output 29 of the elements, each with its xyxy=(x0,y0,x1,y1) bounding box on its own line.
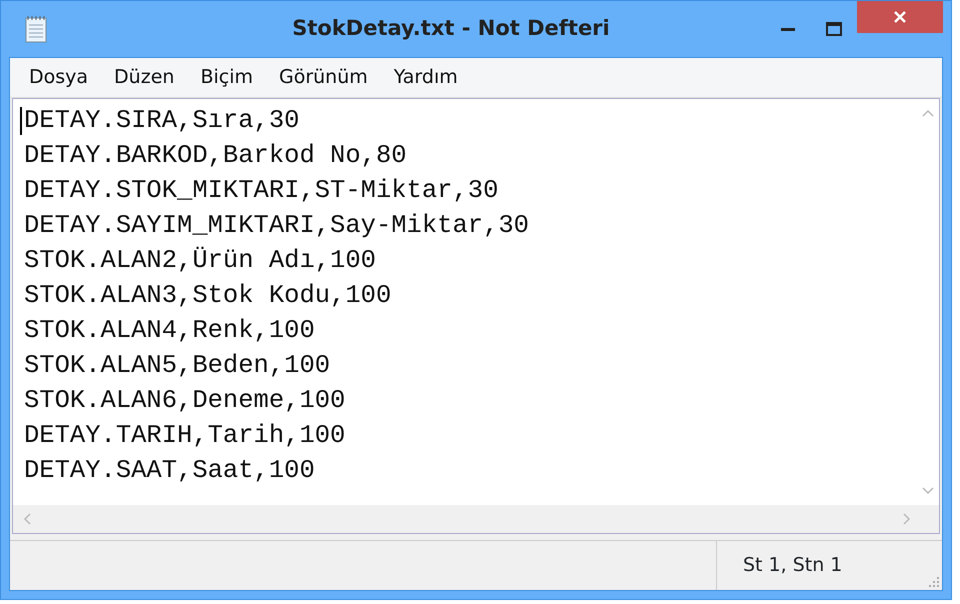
text-line: STOK.ALAN6,Deneme,100 xyxy=(24,385,346,417)
window-title: StokDetay.txt - Not Defteri xyxy=(291,15,611,42)
cursor-position: St 1, Stn 1 xyxy=(743,553,842,578)
text-line: DETAY.STOK_MIKTARI,ST-Miktar,30 xyxy=(24,175,498,207)
menu-item[interactable]: Görünüm xyxy=(266,63,381,92)
notepad-icon xyxy=(25,15,47,43)
text-line: DETAY.SIRA,Sıra,30 xyxy=(24,105,300,137)
resize-grip-icon[interactable] xyxy=(928,576,940,588)
scroll-up-icon[interactable] xyxy=(922,109,934,117)
text-line: STOK.ALAN5,Beden,100 xyxy=(24,350,330,382)
text-line: DETAY.SAAT,Saat,100 xyxy=(24,455,315,487)
text-line: DETAY.BARKOD,Barkod No,80 xyxy=(24,140,407,172)
close-icon xyxy=(893,10,907,24)
text-line: DETAY.TARIH,Tarih,100 xyxy=(24,420,346,452)
scroll-right-icon[interactable] xyxy=(903,513,911,525)
scroll-down-icon[interactable] xyxy=(922,487,934,495)
menu-item[interactable]: Düzen xyxy=(101,63,188,92)
menu-item[interactable]: Dosya xyxy=(16,63,102,92)
text-line: STOK.ALAN2,Ürün Adı,100 xyxy=(24,245,376,277)
menu-item[interactable]: Biçim xyxy=(187,63,266,92)
close-button[interactable] xyxy=(857,1,943,33)
text-line: DETAY.SAYIM_MIKTARI,Say-Miktar,30 xyxy=(24,210,529,242)
text-line: STOK.ALAN3,Stok Kodu,100 xyxy=(24,280,392,312)
maximize-icon xyxy=(826,22,842,36)
menu-item[interactable]: Yardım xyxy=(380,63,471,92)
minimize-icon xyxy=(781,27,795,31)
text-cursor xyxy=(20,107,22,135)
text-line: STOK.ALAN4,Renk,100 xyxy=(24,315,315,347)
scroll-left-icon[interactable] xyxy=(23,513,31,525)
